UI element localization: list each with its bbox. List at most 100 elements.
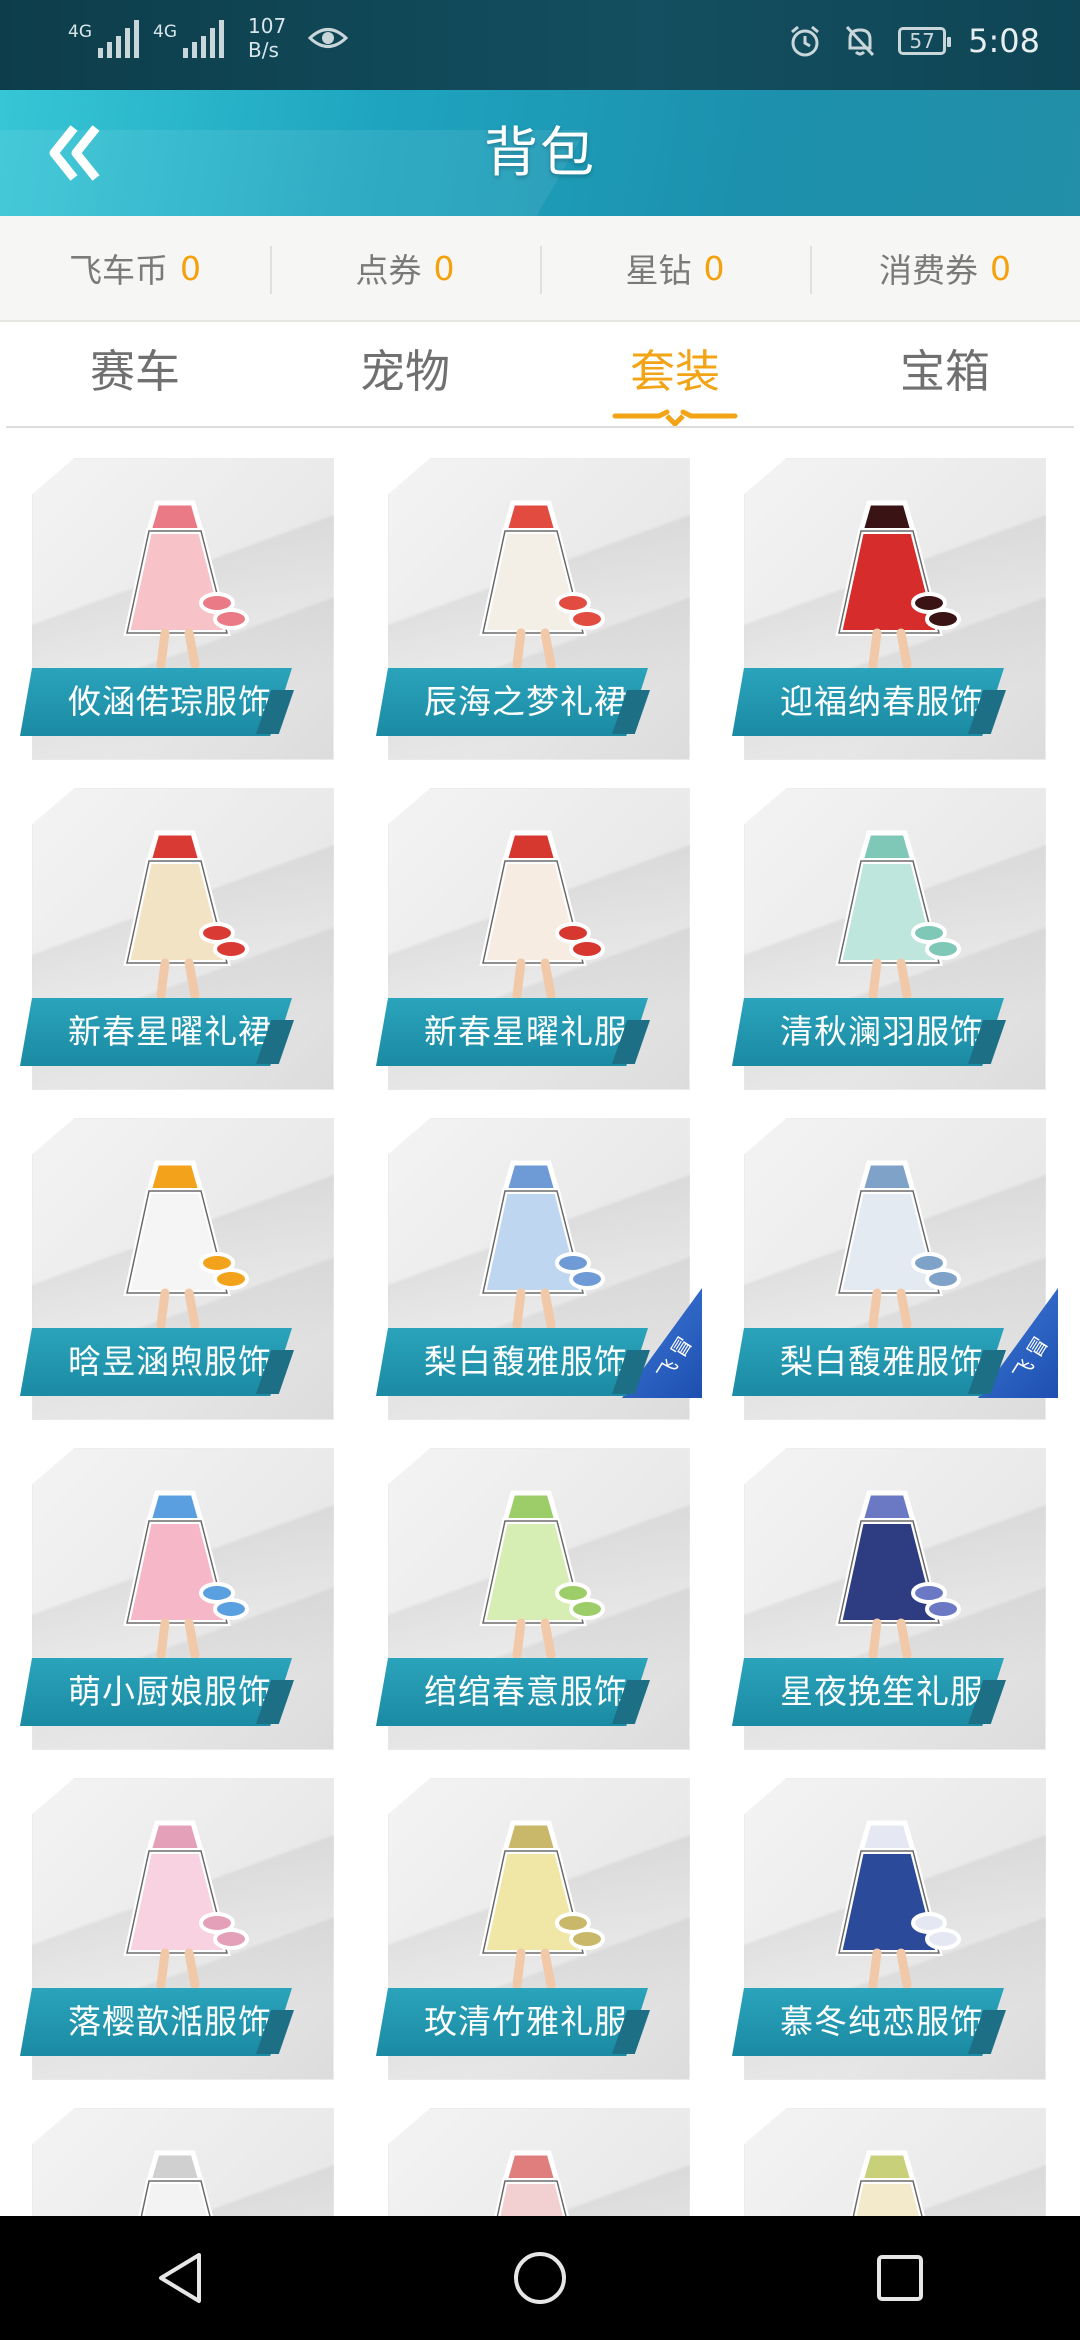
page-title: 背包 [484,121,596,184]
outfit-thumbnail-icon [835,830,961,1000]
outfit-card[interactable]: 新春星曜礼服 [376,758,690,1090]
outfit-name: 慕冬纯恋服饰 [780,2002,984,2041]
outfit-thumbnail-icon [123,1820,249,1990]
outfit-name: 梨白馥雅服饰 [780,1342,984,1381]
outfit-name: 晗昱涵煦服饰 [68,1342,272,1381]
nav-recents-button[interactable] [840,2216,960,2340]
network-speed-value: 107 [248,14,287,38]
outfit-card[interactable]: 星夜挽笙礼服 [732,1418,1046,1750]
outfit-name-banner: 晗昱涵煦服饰 [20,1328,292,1396]
outfit-name: 绾绾春意服饰 [424,1672,628,1711]
outfit-name-banner: 落樱歆湉服饰 [20,1988,292,2056]
tab-chests[interactable]: 宝箱 [810,322,1080,426]
network-type-1: 4G [68,22,92,42]
outfit-thumbnail-icon [835,1160,961,1330]
outfit-name-banner: 新春星曜礼裙 [20,998,292,1066]
status-bar: 4G 4G 107 B/s 57 5:08 [0,0,1080,90]
currency-label: 消费券 [879,251,978,290]
nav-home-button[interactable] [480,2216,600,2340]
currency-bar: 飞车币 0 点券 0 星钻 0 消费券 0 [0,216,1080,322]
outfit-card[interactable]: 新春星曜礼裙 [20,758,334,1090]
outfit-card[interactable]: 玫清竹雅礼服 [376,1748,690,2080]
outfit-card[interactable] [20,2078,334,2216]
outfit-thumbnail-icon [479,830,605,1000]
outfit-thumbnail-icon [479,1490,605,1660]
category-tabs: 赛车 宠物 套装 宝箱 [0,322,1080,427]
home-circle-icon [514,2252,566,2304]
outfit-name: 辰海之梦礼裙 [424,682,628,721]
signal-2-icon: 4G [153,18,224,58]
network-type-2: 4G [153,22,177,42]
outfit-name-banner: 绾绾春意服饰 [376,1658,648,1726]
outfit-name-banner: 玫清竹雅礼服 [376,1988,648,2056]
outfit-thumbnail-icon [835,1490,961,1660]
currency-value: 0 [180,248,201,288]
outfit-name-banner: 辰海之梦礼裙 [376,668,648,736]
eye-icon [308,28,349,48]
outfit-thumbnail-icon [123,830,249,1000]
outfit-name: 落樱歆湉服饰 [68,2002,272,2041]
outfit-card[interactable]: 落樱歆湉服饰 [20,1748,334,2080]
outfit-card[interactable]: 迎福纳春服饰 [732,428,1046,760]
currency-label: 星钻 [625,251,692,290]
currency-label: 飞车币 [69,251,168,290]
tab-outfits[interactable]: 套装 [540,322,810,427]
outfit-card[interactable] [732,2078,1046,2216]
outfit-name: 星夜挽笙礼服 [780,1672,984,1711]
outfit-name: 萌小厨娘服饰 [68,1672,272,1711]
outfit-name-banner: 攸涵偌琮服饰 [20,668,292,736]
outfit-name-banner: 新春星曜礼服 [376,998,648,1066]
tab-pets[interactable]: 宠物 [270,322,540,426]
back-triangle-icon [159,2253,201,2303]
outfit-card[interactable] [376,2078,690,2216]
outfit-name-banner: 梨白馥雅服饰 [732,1328,1004,1396]
outfit-name: 攸涵偌琮服饰 [68,682,272,721]
currency-label: 点券 [355,251,422,290]
outfit-card[interactable]: 攸涵偌琮服饰 [20,428,334,760]
outfit-name: 梨白馥雅服饰 [424,1342,628,1381]
outfit-card[interactable]: 慕冬纯恋服饰 [732,1748,1046,2080]
signal-1-icon: 4G [68,18,139,58]
currency-value: 0 [433,248,455,288]
outfit-card[interactable]: 萌小厨娘服饰 [20,1418,334,1750]
outfit-grid: 攸涵偌琮服饰 辰海之梦礼裙 迎福纳春服饰新春星曜礼裙 新春星曜礼服 清秋澜羽服饰晗昱涵煦… [0,428,1080,2216]
outfit-name-banner: 清秋澜羽服饰 [732,998,1004,1066]
active-tab-indicator-icon [612,409,738,427]
system-nav-bar [0,2216,1080,2340]
tab-cars[interactable]: 赛车 [0,322,270,426]
outfit-thumbnail-icon [494,2150,570,2216]
outfit-name-banner: 迎福纳春服饰 [732,668,1004,736]
recents-square-icon [877,2255,923,2301]
outfit-name: 玫清竹雅礼服 [424,2002,628,2041]
outfit-card[interactable]: 清秋澜羽服饰 [732,758,1046,1090]
outfit-card[interactable]: 辰海之梦礼裙 [376,428,690,760]
outfit-thumbnail-icon [835,1820,961,1990]
clock: 5:08 [968,22,1040,60]
currency-voucher: 消费券 0 [810,216,1080,320]
battery-indicator: 57 [898,27,952,55]
mute-bell-icon [846,25,875,57]
outfit-name-banner: 梨白馥雅服饰 [376,1328,648,1396]
nav-back-button[interactable] [120,2216,240,2340]
outfit-card[interactable]: 晗昱涵煦服饰 [20,1088,334,1420]
outfit-card[interactable]: 绾绾春意服饰 [376,1418,690,1750]
outfit-name-banner: 星夜挽笙礼服 [732,1658,1004,1726]
outfit-name: 清秋澜羽服饰 [780,1012,984,1051]
outfit-thumbnail-icon [479,1820,605,1990]
outfit-card[interactable]: 飞 冒梨白馥雅服饰 [732,1088,1058,1420]
outfit-name: 新春星曜礼服 [424,1012,628,1051]
outfit-thumbnail-icon [835,500,961,670]
outfit-thumbnail-icon [123,500,249,670]
network-speed: 107 B/s [248,14,286,62]
outfit-card[interactable]: 飞 冒梨白馥雅服饰 [376,1088,702,1420]
outfit-thumbnail-icon [123,1490,249,1660]
currency-value: 0 [990,248,1011,288]
currency-value: 0 [703,248,725,288]
alarm-icon [791,25,820,57]
currency-dianquan: 点券 0 [270,216,540,320]
outfit-name-banner: 萌小厨娘服饰 [20,1658,292,1726]
outfit-thumbnail-icon [123,1160,249,1330]
outfit-thumbnail-icon [479,1160,605,1330]
outfit-thumbnail-icon [479,500,605,670]
outfit-name: 新春星曜礼裙 [68,1012,272,1051]
